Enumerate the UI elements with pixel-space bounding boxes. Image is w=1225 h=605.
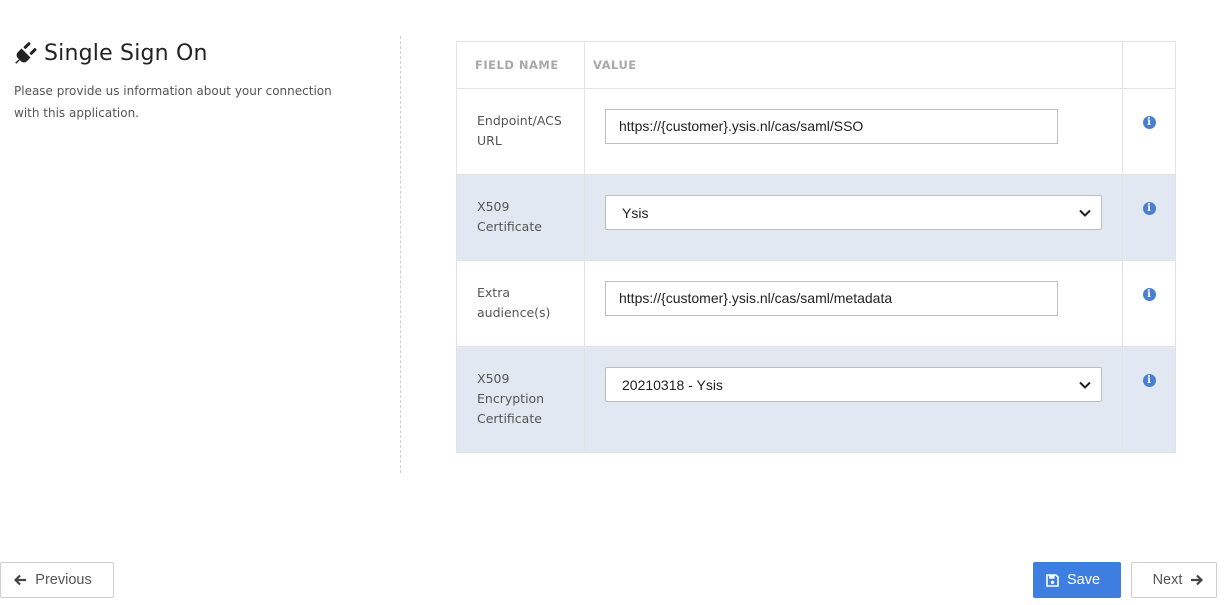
- next-label: Next: [1152, 572, 1183, 588]
- next-button[interactable]: Next: [1131, 562, 1217, 598]
- extra-audiences-input[interactable]: https://{customer}.ysis.nl/cas/saml/meta…: [605, 281, 1058, 316]
- field-value-cell: https://{customer}.ysis.nl/cas/saml/SSO: [584, 88, 1123, 175]
- page-title: Single Sign On: [44, 40, 208, 66]
- info-circle-icon[interactable]: i: [1142, 288, 1156, 301]
- info-cell: i: [1122, 260, 1176, 347]
- info-cell: i: [1122, 174, 1176, 261]
- chevron-down-icon: [1079, 381, 1091, 389]
- endpoint-acs-url-input[interactable]: https://{customer}.ysis.nl/cas/saml/SSO: [605, 109, 1058, 144]
- field-label: X509 Certificate: [456, 174, 585, 261]
- floppy-disk-icon: [1046, 573, 1059, 587]
- info-cell: i: [1122, 346, 1176, 453]
- field-value-cell: Ysis: [584, 174, 1123, 261]
- table-row: Extra audience(s) https://{customer}.ysi…: [456, 260, 1176, 347]
- field-value-cell: 20210318 - Ysis: [584, 346, 1123, 453]
- select-value: Ysis: [622, 204, 649, 221]
- table-header-row: FIELD NAME VALUE: [456, 41, 1176, 89]
- x509-certificate-select[interactable]: Ysis: [605, 195, 1102, 230]
- x509-encryption-certificate-select[interactable]: 20210318 - Ysis: [605, 367, 1102, 402]
- title-row: Single Sign On: [14, 36, 359, 70]
- select-value: 20210318 - Ysis: [622, 376, 723, 393]
- plug-icon: [15, 42, 37, 64]
- field-label: Extra audience(s): [456, 260, 585, 347]
- field-label: Endpoint/ACS URL: [456, 88, 585, 175]
- chevron-down-icon: [1079, 209, 1091, 217]
- save-label: Save: [1066, 572, 1101, 588]
- info-circle-icon[interactable]: i: [1142, 202, 1156, 215]
- info-circle-icon[interactable]: i: [1142, 374, 1156, 387]
- page-description: Please provide us information about your…: [14, 84, 332, 120]
- column-header-field-name: FIELD NAME: [456, 41, 585, 89]
- info-circle-icon[interactable]: i: [1142, 116, 1156, 129]
- sso-fields-table: FIELD NAME VALUE Endpoint/ACS URL https:…: [456, 41, 1176, 453]
- table-row: Endpoint/ACS URL https://{customer}.ysis…: [456, 88, 1176, 175]
- column-header-value: VALUE: [584, 41, 1123, 89]
- arrow-right-icon: [1191, 574, 1204, 586]
- info-cell: i: [1122, 88, 1176, 175]
- previous-button[interactable]: Previous: [0, 562, 114, 598]
- arrow-left-icon: [14, 574, 27, 586]
- save-button[interactable]: Save: [1033, 562, 1121, 598]
- field-label: X509 Encryption Certificate: [456, 346, 585, 453]
- table-row: X509 Certificate Ysis i: [456, 174, 1176, 261]
- table-row: X509 Encryption Certificate 20210318 - Y…: [456, 346, 1176, 453]
- previous-label: Previous: [35, 572, 92, 588]
- column-header-info: [1122, 41, 1176, 89]
- field-value-cell: https://{customer}.ysis.nl/cas/saml/meta…: [584, 260, 1123, 347]
- page-header: Single Sign On Please provide us informa…: [14, 36, 359, 124]
- section-divider: [400, 36, 401, 473]
